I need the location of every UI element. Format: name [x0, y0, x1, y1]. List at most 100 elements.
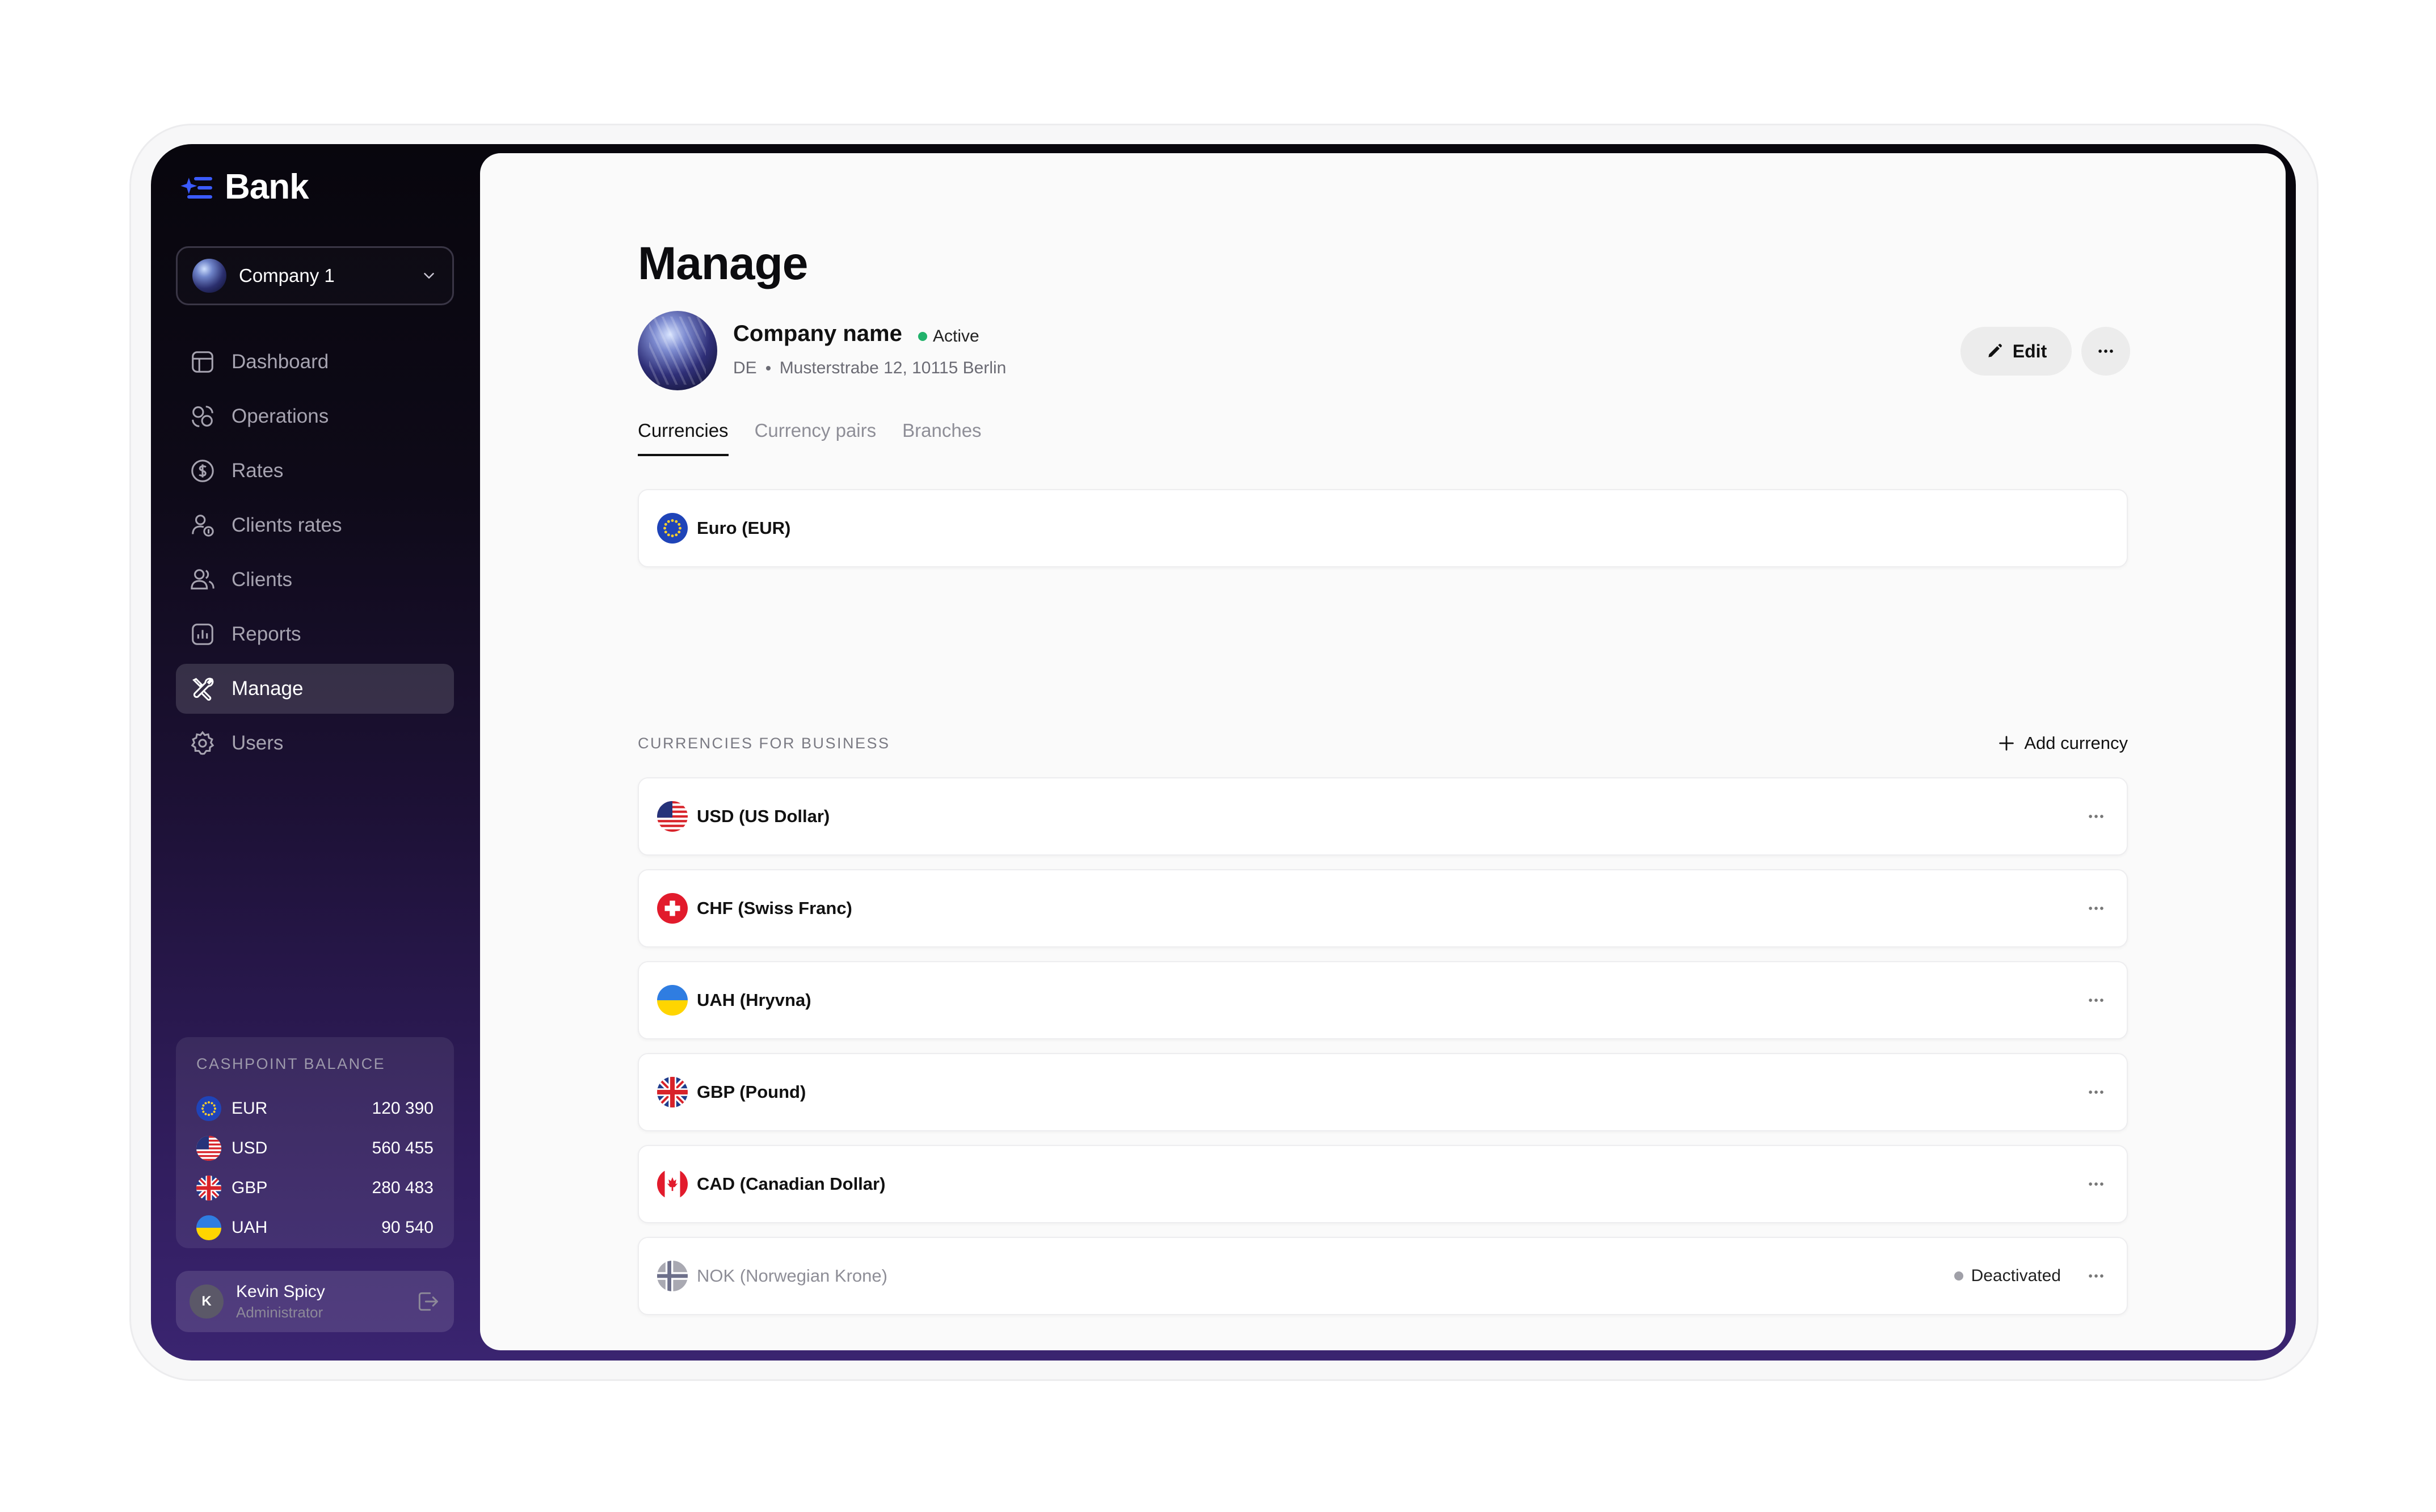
balance-row-eur: EUR 120 390: [196, 1089, 434, 1128]
company-street: Musterstrabe 12, 10115 Berlin: [779, 359, 1007, 377]
business-currencies-header: CURRENCIES FOR BUSINESS Add currency: [638, 726, 2128, 760]
nav-item-users[interactable]: Users: [176, 718, 454, 768]
app-name: Bank: [225, 167, 309, 207]
nav-label: Operations: [232, 405, 329, 427]
section-title: CURRENCIES FOR BUSINESS: [638, 734, 890, 752]
nav-label: Clients rates: [232, 514, 342, 536]
main-nav: Dashboard Operations Rates Clients rates…: [176, 337, 454, 773]
currency-label: Euro (EUR): [697, 518, 791, 538]
row-more-button[interactable]: [2084, 1263, 2109, 1288]
nav-label: Rates: [232, 460, 284, 482]
balance-code: USD: [232, 1139, 268, 1157]
company-selector-label: Company 1: [239, 265, 335, 286]
nav-item-rates[interactable]: Rates: [176, 446, 454, 496]
more-horizontal-icon: [2086, 1266, 2106, 1286]
balance-title: CASHPOINT BALANCE: [196, 1055, 386, 1072]
balance-code: GBP: [232, 1178, 268, 1197]
currency-label: GBP (Pound): [697, 1082, 806, 1102]
tab-branches[interactable]: Branches: [902, 420, 981, 456]
company-header: Company name Active DE Musterstrabe 12, …: [638, 311, 2130, 390]
tools-icon: [188, 675, 217, 703]
currency-row-gbp[interactable]: GBP (Pound): [638, 1053, 2128, 1131]
uk-flag-icon: [657, 1077, 688, 1107]
eu-flag-icon: [196, 1096, 221, 1121]
balance-amount: 120 390: [372, 1099, 434, 1118]
balance-code: EUR: [232, 1099, 268, 1118]
company-address: DE Musterstrabe 12, 10115 Berlin: [733, 359, 1006, 378]
user-role: Administrator: [236, 1303, 323, 1321]
nav-label: Dashboard: [232, 351, 329, 373]
more-horizontal-icon: [2086, 807, 2106, 826]
edit-label: Edit: [2012, 340, 2047, 361]
balance-code: UAH: [232, 1218, 268, 1237]
row-more-button[interactable]: [2084, 1172, 2109, 1197]
currency-row-nok[interactable]: NOK (Norwegian Krone) Deactivated: [638, 1237, 2128, 1315]
status-dot: [918, 332, 927, 341]
bank-logo-icon: [180, 176, 212, 199]
gear-icon: [188, 729, 217, 757]
more-horizontal-icon: [2086, 1083, 2106, 1102]
currency-row-uah[interactable]: UAH (Hryvna): [638, 961, 2128, 1039]
currency-row-usd[interactable]: USD (US Dollar): [638, 777, 2128, 856]
user-coin-icon: [188, 511, 217, 540]
balance-row-uah: UAH 90 540: [196, 1208, 434, 1248]
currency-label: CHF (Swiss Franc): [697, 898, 852, 918]
base-currency-row[interactable]: Euro (EUR): [638, 489, 2128, 567]
add-currency-label: Add currency: [2024, 733, 2128, 753]
user-name: Kevin Spicy: [236, 1282, 325, 1301]
tab-currencies[interactable]: Currencies: [638, 420, 729, 456]
nav-item-reports[interactable]: Reports: [176, 609, 454, 659]
add-currency-button[interactable]: Add currency: [1997, 733, 2128, 753]
chevron-down-icon: [424, 273, 434, 279]
more-horizontal-icon: [2096, 342, 2115, 361]
us-flag-icon: [196, 1136, 221, 1161]
logout-icon[interactable]: [415, 1289, 440, 1314]
company-selector[interactable]: Company 1: [176, 246, 454, 305]
tab-currency-pairs[interactable]: Currency pairs: [755, 420, 877, 456]
currency-row-chf[interactable]: CHF (Swiss Franc): [638, 869, 2128, 947]
tabs: Currencies Currency pairs Branches: [638, 420, 982, 456]
users-icon: [188, 566, 217, 594]
currency-row-cad[interactable]: CAD (Canadian Dollar): [638, 1145, 2128, 1223]
nav-item-dashboard[interactable]: Dashboard: [176, 337, 454, 387]
more-options-button[interactable]: [2081, 327, 2130, 376]
company-country: DE: [733, 359, 757, 377]
page-title: Manage: [638, 238, 808, 289]
status-dot: [1954, 1271, 1963, 1281]
pencil-icon: [1988, 344, 2002, 357]
uk-flag-icon: [196, 1176, 221, 1201]
company-name: Company name: [733, 321, 902, 346]
status-badge: Active: [918, 327, 979, 346]
status-label: Active: [933, 327, 979, 346]
nav-item-manage[interactable]: Manage: [176, 664, 454, 714]
dollar-circle-icon: [188, 457, 217, 485]
currency-label: UAH (Hryvna): [697, 990, 811, 1010]
more-horizontal-icon: [2086, 1174, 2106, 1194]
no-flag-icon: [657, 1261, 688, 1291]
balance-amount: 90 540: [381, 1218, 434, 1237]
status-badge: Deactivated: [1954, 1266, 2061, 1286]
row-more-button[interactable]: [2084, 804, 2109, 829]
eu-flag-icon: [657, 513, 688, 544]
separator-dot: [765, 366, 771, 370]
row-more-button[interactable]: [2084, 1080, 2109, 1105]
row-more-button[interactable]: [2084, 896, 2109, 921]
more-horizontal-icon: [2086, 899, 2106, 918]
currency-label: NOK (Norwegian Krone): [697, 1266, 887, 1286]
currency-label: USD (US Dollar): [697, 806, 830, 826]
nav-item-clients-rates[interactable]: Clients rates: [176, 500, 454, 550]
nav-item-clients[interactable]: Clients: [176, 555, 454, 605]
row-more-button[interactable]: [2084, 988, 2109, 1013]
user-card[interactable]: K Kevin Spicy Administrator: [176, 1271, 454, 1332]
cashpoint-balance-card: CASHPOINT BALANCE EUR 120 390 USD 560 45…: [176, 1037, 454, 1248]
ua-flag-icon: [196, 1215, 221, 1240]
company-avatar: [192, 259, 226, 293]
nav-label: Users: [232, 732, 284, 754]
nav-item-operations[interactable]: Operations: [176, 391, 454, 441]
ch-flag-icon: [657, 893, 688, 924]
edit-button[interactable]: Edit: [1960, 327, 2072, 376]
brand[interactable]: Bank: [178, 167, 309, 207]
operations-icon: [188, 402, 217, 431]
us-flag-icon: [657, 801, 688, 832]
ua-flag-icon: [657, 985, 688, 1016]
